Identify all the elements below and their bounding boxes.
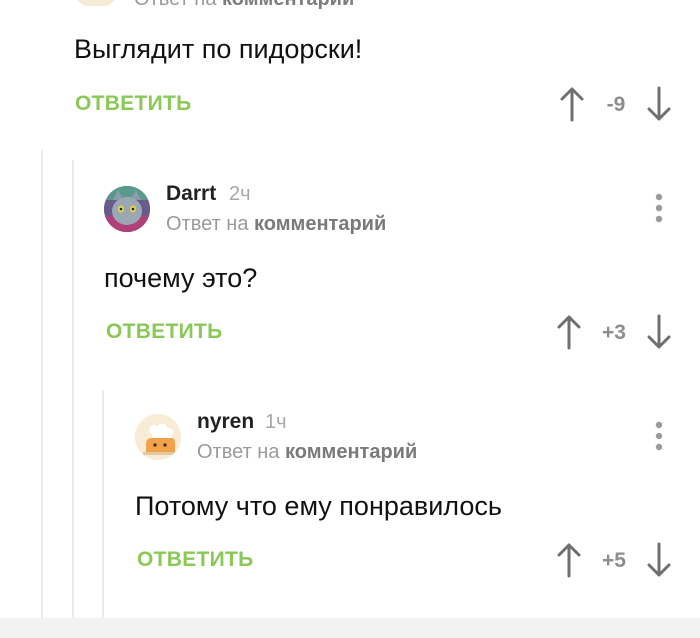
downvote-button[interactable] [646,86,672,122]
comment-time: 1ч [265,411,287,433]
reply-button[interactable]: ОТВЕТИТЬ [137,548,254,572]
comment-1-text: Выглядит по пидорски! [74,34,363,64]
comment-2-subline: Ответ на комментарий [166,213,386,236]
comment-time: 2ч [229,183,251,205]
thread-line-level-3 [102,390,104,618]
comment-menu-button[interactable] [649,191,669,225]
reply-button[interactable]: ОТВЕТИТЬ [75,92,192,116]
comment-rating: +3 [602,321,626,344]
cat-avatar-icon [104,186,150,232]
reply-prefix: Ответ на [197,441,280,463]
more-vertical-icon [655,193,663,223]
avatar[interactable] [104,186,150,232]
arrow-up-icon [557,315,581,350]
comment-3-subline: Ответ на комментарий [197,441,417,464]
username[interactable]: Darrt [166,182,216,206]
arrow-down-icon [647,314,671,349]
avatar[interactable] [76,0,116,6]
comment-rating: -9 [606,93,626,116]
reply-link[interactable]: комментарий [222,0,354,10]
comment-2-text: почему это? [104,263,258,293]
arrow-up-icon [557,543,581,578]
arrow-down-icon [647,542,671,577]
arrow-down-icon [647,86,671,121]
comment-3-text: Потому что ему понравилось [135,491,502,521]
chef-avatar-icon [135,414,181,460]
comment-menu-button[interactable] [649,419,669,453]
thread-line-level-1 [41,150,43,618]
comment-rating: +5 [602,549,626,572]
arrow-up-icon [560,87,584,122]
reply-prefix: Ответ на [166,213,249,235]
upvote-button[interactable] [559,86,585,122]
avatar[interactable] [135,414,181,460]
thread-line-level-2 [72,160,74,618]
page-bottom-band [0,618,700,638]
reply-prefix: Ответ на [134,0,216,10]
upvote-button[interactable] [556,542,582,578]
reply-link[interactable]: комментарий [254,213,386,235]
comment-1-subline: Ответ на комментарий [134,0,354,11]
more-vertical-icon [655,421,663,451]
downvote-button[interactable] [646,542,672,578]
downvote-button[interactable] [646,314,672,350]
username[interactable]: nyren [197,410,254,434]
upvote-button[interactable] [556,314,582,350]
reply-button[interactable]: ОТВЕТИТЬ [106,320,223,344]
reply-link[interactable]: комментарий [285,441,417,463]
